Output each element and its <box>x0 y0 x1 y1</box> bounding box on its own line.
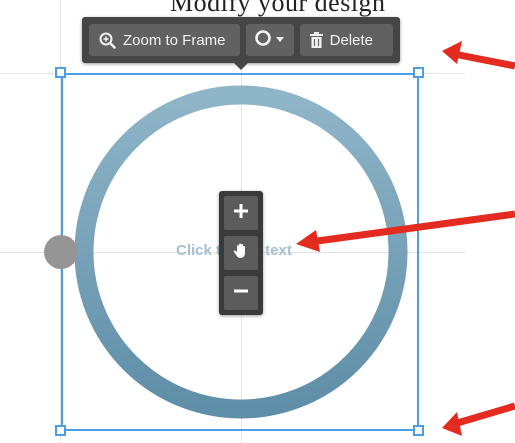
resize-handle-bottom-left[interactable] <box>55 425 66 436</box>
zoom-out-button[interactable] <box>224 276 258 310</box>
zoom-to-frame-button[interactable]: Zoom to Frame <box>89 24 240 56</box>
red-arrow-annotation <box>442 41 515 70</box>
resize-handle-top-right[interactable] <box>413 67 424 78</box>
circle-outline-icon <box>254 29 272 51</box>
zoom-in-icon <box>99 32 116 49</box>
caret-down-icon <box>275 37 284 43</box>
shape-type-dropdown[interactable] <box>245 24 294 56</box>
plus-icon <box>233 203 249 224</box>
connector-handle[interactable] <box>44 235 78 269</box>
resize-handle-bottom-right[interactable] <box>413 425 424 436</box>
hand-icon <box>232 242 250 265</box>
minus-icon <box>233 283 249 304</box>
delete-button[interactable]: Delete <box>299 24 393 56</box>
zoom-in-button[interactable] <box>224 196 258 230</box>
delete-label: Delete <box>329 31 373 49</box>
context-toolbar: Zoom to Frame Delete <box>82 17 400 70</box>
pan-button[interactable] <box>224 236 258 270</box>
red-arrow-annotation <box>296 210 515 252</box>
trash-icon <box>309 32 323 48</box>
page-caption: Modify your design <box>170 0 386 17</box>
zoom-to-frame-label: Zoom to Frame <box>123 31 226 49</box>
resize-handle-top-left[interactable] <box>55 67 66 78</box>
red-arrow-annotation <box>442 402 515 436</box>
zoom-controls <box>219 191 263 315</box>
